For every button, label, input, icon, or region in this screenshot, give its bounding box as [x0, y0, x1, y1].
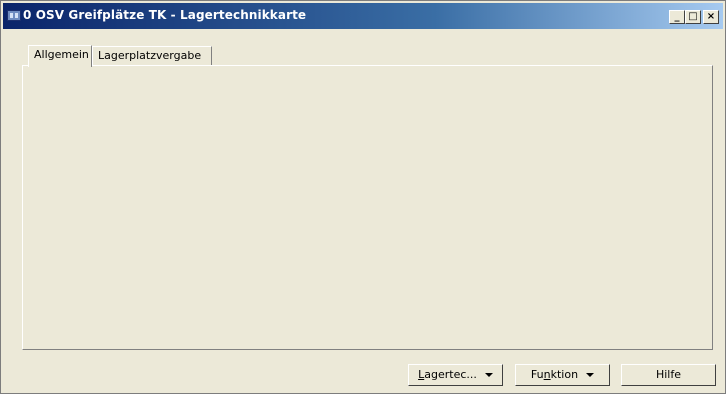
funktion-menu-button[interactable]: Funktion [515, 364, 610, 386]
chevron-down-icon [586, 373, 595, 377]
app-icon [7, 10, 21, 21]
funktion-label-post: ktion [550, 368, 579, 381]
title-bar: 0 OSV Greifplätze TK - Lagertechnikkarte… [3, 3, 723, 29]
chevron-down-icon [484, 373, 493, 377]
lagertechnik-menu-button[interactable]: Lagertec... [408, 364, 503, 386]
funktion-accel-letter: n [543, 368, 551, 381]
window: 0 OSV Greifplätze TK - Lagertechnikkarte… [0, 0, 726, 394]
tab-panel-allgemein [22, 65, 713, 350]
funktion-label-pre: Fu [530, 368, 544, 381]
tab-lagerplatzvergabe[interactable]: Lagerplatzvergabe [92, 46, 212, 66]
hilfe-button[interactable]: Hilfe [621, 364, 716, 386]
tab-allgemein[interactable]: Allgemein [28, 45, 92, 67]
lagertec-label: agertec... [424, 368, 477, 381]
minimize-button[interactable]: _ [669, 10, 685, 24]
window-title: 0 OSV Greifplätze TK - Lagertechnikkarte [23, 8, 307, 22]
maximize-button[interactable]: □ [685, 10, 701, 24]
close-button[interactable]: × [703, 10, 719, 24]
